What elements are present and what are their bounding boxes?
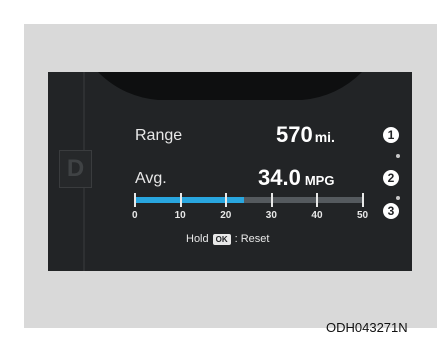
mpg-bar-tick xyxy=(362,193,364,207)
gear-letter: D xyxy=(66,155,85,182)
mpg-bar-tick-label: 40 xyxy=(311,210,323,221)
reset-text: : Reset xyxy=(234,233,270,245)
mpg-bar-tick xyxy=(225,193,228,207)
mpg-bar-fill xyxy=(135,197,245,203)
gear-indicator: D xyxy=(59,150,92,188)
hold-text: Hold xyxy=(186,233,209,245)
hold-reset-hint: Hold OK : Reset xyxy=(186,233,269,245)
avg-value: 34.0 xyxy=(258,165,301,190)
mpg-bar-tick xyxy=(316,193,319,207)
ok-key: OK xyxy=(212,233,231,245)
callout-2: 2 xyxy=(383,170,399,186)
avg-label: Avg. xyxy=(135,170,167,187)
callout-3: 3 xyxy=(383,203,399,219)
range-label: Range xyxy=(135,127,183,144)
avg-value-group: 34.0 MPG xyxy=(258,165,334,191)
callout-dot-1 xyxy=(396,154,400,158)
mpg-bar-tick xyxy=(270,193,273,207)
range-value: 570 xyxy=(276,122,313,147)
cluster-display: D Range 570 mi. Avg. 34.0 MPG 1 2 3 0 10 20 3… xyxy=(48,72,412,271)
mpg-bar-tick-label: 50 xyxy=(357,210,369,221)
mpg-bar-tick-label: 30 xyxy=(265,210,277,221)
mpg-bar-tick xyxy=(134,193,136,207)
avg-unit: MPG xyxy=(304,173,335,188)
callout-1: 1 xyxy=(383,127,399,143)
range-value-group: 570 mi. xyxy=(276,122,335,148)
callout-dot-2 xyxy=(396,196,400,200)
mpg-bar-tick-label: 0 xyxy=(132,210,138,221)
mpg-bar-tick xyxy=(179,193,182,207)
mpg-bar xyxy=(135,197,363,203)
range-unit: mi. xyxy=(314,129,335,145)
top-arc xyxy=(98,72,362,100)
mpg-bar-tick-label: 20 xyxy=(220,210,232,221)
figure-code: ODH043271N xyxy=(326,320,408,335)
mpg-bar-tick-label: 10 xyxy=(174,210,186,221)
